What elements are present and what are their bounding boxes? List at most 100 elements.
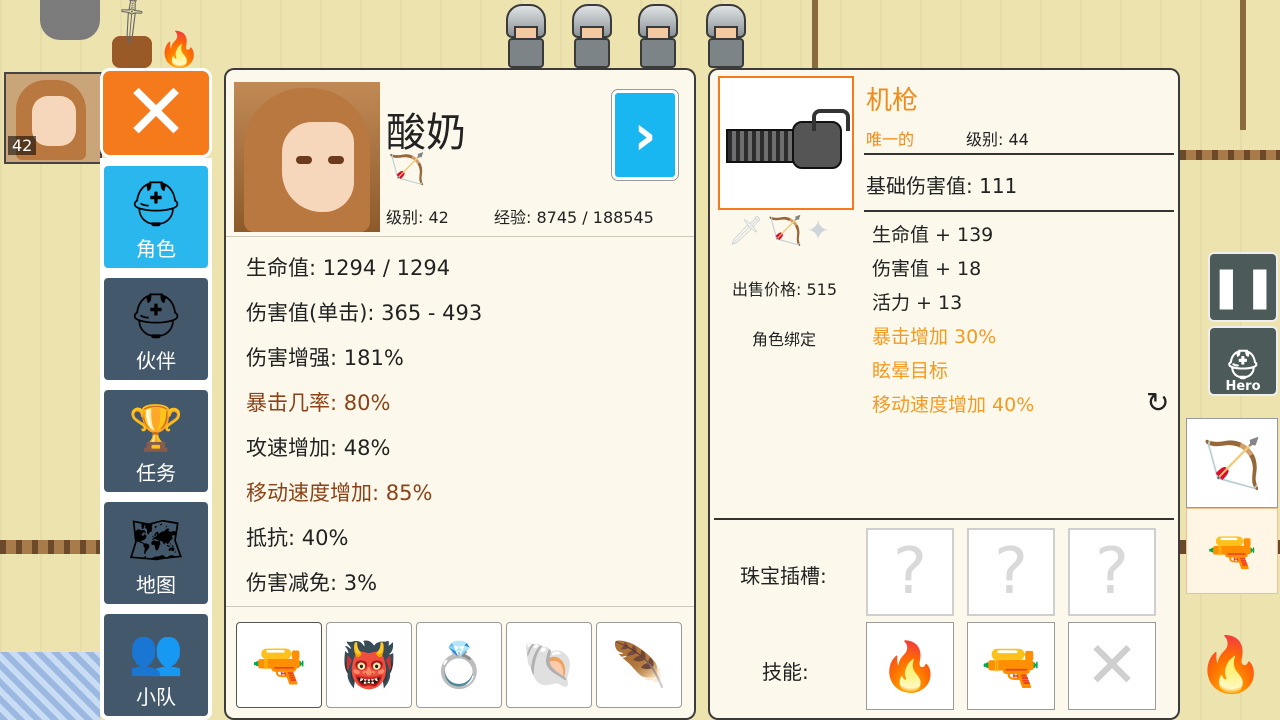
bow-icon: 🏹 (767, 214, 807, 247)
refresh-icon[interactable]: ↻ (1146, 386, 1169, 419)
horned-helmet-icon: ⛑ (128, 291, 184, 342)
gem-slots-label: 珠宝插槽: (740, 564, 827, 588)
item-stat: 暴击增加 30% (872, 326, 997, 348)
minigun-icon: 🔫 (1207, 528, 1257, 575)
sidebar-item-label: 任务 (136, 461, 176, 485)
quick-skill-slot[interactable]: 🔥 (1186, 610, 1276, 720)
sidebar-item-label: 小队 (136, 685, 176, 709)
fire-arrow-icon: 🔥 (880, 638, 940, 695)
minigun-icon (726, 109, 850, 171)
skills-label: 技能: (762, 660, 809, 684)
divider (226, 236, 694, 237)
stat-damage-reduction: 伤害减免: 3% (246, 571, 378, 595)
stat-crit-chance: 暴击几率: 80% (246, 391, 391, 415)
stat-attack-speed: 攻速增加: 48% (246, 436, 391, 460)
gem-slot[interactable]: ? (1068, 528, 1156, 616)
stat-move-speed: 移动速度增加: 85% (246, 481, 433, 505)
sidebar-item-character[interactable]: ⛑ 角色 (104, 166, 208, 268)
stone-well (40, 0, 100, 40)
sidebar: ⛑ 角色 ⛑ 伙伴 🏆 任务 🗺 地图 👥 小队 (100, 158, 212, 720)
gem-slot[interactable]: ? (967, 528, 1055, 616)
knight-helmet-icon: ⛑ (128, 179, 184, 230)
knight-npc[interactable] (564, 2, 616, 68)
character-portrait (234, 82, 380, 232)
item-stat: 眩晕目标 (872, 360, 949, 382)
sidebar-item-party[interactable]: 👥 小队 (104, 614, 208, 716)
sidebar-item-label: 地图 (136, 573, 176, 597)
shell-amulet-icon: 🐚 (521, 640, 577, 691)
quick-item-slot[interactable]: 🔫 (1186, 508, 1278, 594)
close-x-icon: ✕ (123, 68, 189, 158)
pause-button[interactable]: ❚❚ (1208, 252, 1278, 322)
knight-npc[interactable] (630, 2, 682, 68)
chevron-right-icon: › (633, 102, 657, 168)
fence (1180, 150, 1280, 160)
equip-slot-amulet[interactable]: 🐚 (506, 622, 592, 708)
gem-slot[interactable]: ? (866, 528, 954, 616)
sidebar-item-map[interactable]: 🗺 地图 (104, 502, 208, 604)
fence-pole (812, 0, 818, 68)
stat-damage: 伤害值(单击): 365 - 493 (246, 301, 483, 325)
staff-icon: ✦ (806, 214, 834, 247)
equip-slot-ring[interactable]: 💍 (416, 622, 502, 708)
trophy-icon: 🏆 (128, 403, 184, 454)
ruby-ring-icon: 💍 (431, 640, 487, 691)
divider (864, 210, 1174, 212)
minigun-skill-icon: 🔫 (981, 638, 1041, 695)
item-base-damage: 基础伤害值: 111 (866, 174, 1018, 198)
hero-level-label: 42 (8, 136, 37, 155)
skill-slot-locked: ✕ (1068, 622, 1156, 710)
party-icon: 👥 (128, 627, 184, 678)
hero-label: Hero (1225, 379, 1261, 394)
pause-icon: ❚❚ (1209, 264, 1277, 310)
map-scroll-icon: 🗺 (128, 515, 184, 566)
character-level: 级别: 42 (386, 208, 449, 227)
fence (0, 540, 100, 554)
sidebar-item-label: 伙伴 (136, 349, 176, 373)
item-stat: 伤害值 + 18 (872, 258, 982, 280)
stat-hp: 生命值: 1294 / 1294 (246, 256, 451, 280)
minigun-icon: 🔫 (251, 640, 307, 691)
item-rarity: 唯一的 (866, 130, 915, 149)
green-bow-icon: 🏹 (1202, 435, 1262, 492)
skill-slot[interactable]: 🔥 (866, 622, 954, 710)
item-stat: 活力 + 13 (872, 292, 963, 314)
demon-armor-icon: 👹 (341, 640, 397, 691)
close-button[interactable]: ✕ (100, 68, 212, 158)
sidebar-item-label: 角色 (136, 237, 176, 261)
sell-price: 出售价格: 515 (732, 280, 838, 299)
water-tiles (0, 652, 100, 720)
character-name: 酸奶 (386, 110, 466, 156)
stat-damage-boost: 伤害增强: 181% (246, 346, 404, 370)
fire-arrow-icon: 🔥 (1197, 633, 1265, 696)
equip-slot-charm[interactable]: 🪶 (596, 622, 682, 708)
sword-icon: 🗡 (728, 214, 768, 247)
knight-helmet-icon: ⛑ (1225, 348, 1261, 381)
divider (714, 518, 1174, 520)
item-name: 机枪 (866, 86, 919, 116)
fence-pole (1240, 0, 1246, 130)
quick-item-slot[interactable]: 🏹 (1186, 418, 1278, 508)
sidebar-item-quests[interactable]: 🏆 任务 (104, 390, 208, 492)
sidebar-item-companion[interactable]: ⛑ 伙伴 (104, 278, 208, 380)
next-character-button[interactable]: › (612, 90, 678, 180)
bind-status: 角色绑定 (752, 330, 817, 349)
stat-resistance: 抵抗: 40% (246, 526, 349, 550)
item-stat: 生命值 + 139 (872, 224, 994, 246)
knight-npc[interactable] (498, 2, 550, 68)
feather-charm-icon: 🪶 (611, 640, 667, 691)
weapon-type-icons: 🗡🏹✦ (728, 214, 834, 247)
item-level: 级别: 44 (966, 130, 1029, 149)
item-image (718, 76, 854, 210)
divider (226, 606, 694, 607)
bow-icon: 🏹 (388, 152, 426, 187)
item-stat: 移动速度增加 40% (872, 394, 1035, 416)
skill-slot[interactable]: 🔫 (967, 622, 1055, 710)
divider (864, 153, 1174, 155)
equip-slot-armor[interactable]: 👹 (326, 622, 412, 708)
equip-slot-weapon[interactable]: 🔫 (236, 622, 322, 708)
campfire-icon: 🔥 (158, 30, 201, 70)
knight-npc[interactable] (698, 2, 750, 68)
locked-skill-icon: ✕ (1085, 629, 1139, 703)
hero-button[interactable]: ⛑ Hero (1208, 326, 1278, 396)
